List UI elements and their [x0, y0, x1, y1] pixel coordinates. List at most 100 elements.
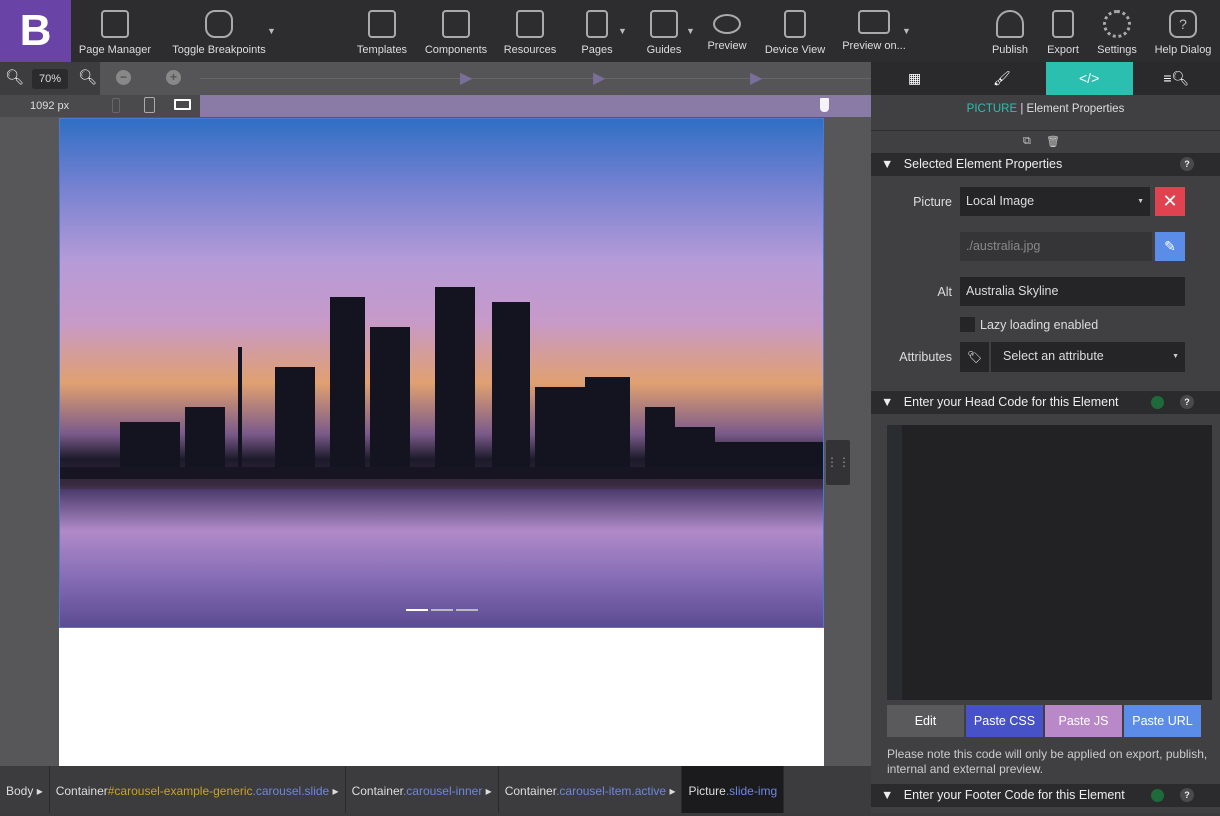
help-icon[interactable]: ?: [1180, 395, 1194, 409]
tab-layout[interactable]: ▦: [871, 62, 958, 95]
label: Pages: [581, 44, 613, 56]
toggle-breakpoints-button[interactable]: Toggle Breakpoints: [170, 0, 268, 62]
paste-css-button[interactable]: Paste CSS: [966, 705, 1043, 737]
head-code-editor[interactable]: [887, 425, 1212, 700]
paste-url-button[interactable]: Paste URL: [1124, 705, 1201, 737]
add-breakpoint-icon[interactable]: +: [166, 70, 181, 85]
tab-search[interactable]: ≡🔍︎: [1133, 62, 1220, 95]
bootstrap-logo: B4: [0, 0, 71, 62]
chevron-down-icon[interactable]: ▼: [686, 26, 695, 36]
remove-breakpoint-icon[interactable]: −: [116, 70, 131, 85]
chevron-down-icon[interactable]: ▼: [618, 26, 627, 36]
paste-js-button[interactable]: Paste JS: [1045, 705, 1122, 737]
status-dot-icon: [1151, 789, 1164, 802]
label: Export: [1047, 44, 1079, 56]
breakpoint-timeline[interactable]: ▶ ▶ ▶ − +: [0, 62, 871, 95]
guides-button[interactable]: Guides: [644, 0, 684, 62]
section-title: Enter your Head Code for this Element: [903, 395, 1119, 409]
width-slider[interactable]: [200, 95, 871, 117]
line-gutter: [887, 425, 902, 700]
remove-picture-button[interactable]: ✕: [1155, 187, 1185, 216]
slider-handle[interactable]: [820, 98, 829, 112]
attributes-label: Attributes: [899, 350, 952, 364]
breadcrumb-item-picture[interactable]: Picture.slide-img: [682, 766, 785, 813]
edit-path-button[interactable]: ✎: [1155, 232, 1185, 261]
pages-icon: [586, 10, 608, 38]
crumb-class: .slide-img: [725, 784, 778, 798]
page-body: [59, 628, 824, 766]
paint-roller-icon: [368, 10, 396, 38]
element-type: PICTURE: [966, 103, 1018, 115]
breadcrumb-item-carousel[interactable]: Container#carousel-example-generic.carou…: [50, 766, 346, 813]
breadcrumb-item-body[interactable]: Body ▸: [0, 766, 50, 813]
zoom-level[interactable]: 70%: [32, 69, 68, 89]
section-head-code[interactable]: ▼ Enter your Head Code for this Element?: [871, 391, 1220, 414]
label: Guides: [646, 44, 682, 56]
status-dot-icon: [1151, 396, 1164, 409]
grid-icon: ▦: [908, 70, 922, 86]
breadcrumb-item-carousel-item[interactable]: Container.carousel-item.active ▸: [499, 766, 683, 813]
help-icon: ?: [1169, 10, 1197, 38]
carousel-indicator[interactable]: [456, 609, 478, 611]
carousel-picture[interactable]: [59, 118, 824, 628]
preview-button[interactable]: Preview: [705, 0, 749, 62]
page-manager-icon: [101, 10, 129, 38]
templates-button[interactable]: Templates: [355, 0, 409, 62]
grid-icon: [650, 10, 678, 38]
resources-button[interactable]: Resources: [503, 0, 557, 62]
label: Preview: [707, 40, 747, 52]
edit-button[interactable]: Edit: [887, 705, 964, 737]
tab-style[interactable]: 🖌︎: [958, 62, 1045, 95]
image-path-field[interactable]: ./australia.jpg: [960, 232, 1152, 261]
device-view-button[interactable]: Device View: [764, 0, 826, 62]
breadcrumb-item-carousel-inner[interactable]: Container.carousel-inner ▸: [346, 766, 499, 813]
tab-code[interactable]: </>: [1045, 62, 1133, 95]
attribute-select[interactable]: Select an attribute ▼: [991, 342, 1185, 372]
logo-version: 4: [45, 30, 51, 40]
publish-button[interactable]: Publish: [990, 0, 1030, 62]
pages-button[interactable]: Pages: [577, 0, 617, 62]
alt-input[interactable]: Australia Skyline: [960, 277, 1185, 306]
resize-handle-icon[interactable]: ⋮⋮: [826, 440, 850, 485]
section-selected-properties[interactable]: ▼ Selected Element Properties?: [871, 153, 1220, 176]
crumb-class: .carousel.slide: [252, 784, 330, 798]
list-search-icon: ≡🔍︎: [1163, 70, 1190, 86]
crumb-name: Picture: [688, 784, 726, 798]
duplicate-icon[interactable]: ⧉: [1023, 135, 1031, 148]
carousel-indicator[interactable]: [431, 609, 453, 611]
phone-icon[interactable]: [112, 98, 120, 113]
top-toolbar: B4 Page Manager Toggle Breakpoints ▼ Tem…: [0, 0, 1220, 62]
breakpoint-marker-icon[interactable]: ▶: [750, 68, 762, 88]
components-button[interactable]: Components: [424, 0, 488, 62]
picture-source-select[interactable]: Local Image ▼: [960, 187, 1150, 216]
label: Help Dialog: [1154, 44, 1212, 56]
page-manager-button[interactable]: Page Manager: [78, 0, 152, 62]
chevron-down-icon: ▼: [1137, 198, 1144, 205]
label: Toggle Breakpoints: [172, 44, 266, 56]
breakpoint-marker-icon[interactable]: ▶: [460, 68, 472, 88]
carousel-indicator-active[interactable]: [406, 609, 428, 611]
help-icon[interactable]: ?: [1180, 788, 1194, 802]
zoom-in-icon[interactable]: 🔍︎: [78, 68, 97, 86]
chevron-down-icon[interactable]: ▼: [267, 26, 276, 36]
crumb-name: Container: [504, 784, 557, 798]
section-footer-code[interactable]: ▼ Enter your Footer Code for this Elemen…: [871, 784, 1220, 807]
lazy-loading-checkbox[interactable]: [960, 317, 975, 332]
export-button[interactable]: Export: [1044, 0, 1082, 62]
code-icon: </>: [1079, 70, 1100, 86]
alt-label: Alt: [937, 285, 952, 299]
help-icon[interactable]: ?: [1180, 157, 1194, 171]
help-dialog-button[interactable]: ? Help Dialog: [1152, 0, 1214, 62]
tablet-icon[interactable]: [144, 97, 155, 113]
preview-on-button[interactable]: Preview on...: [842, 0, 906, 62]
breakpoint-marker-icon[interactable]: ▶: [593, 68, 605, 88]
breadcrumb: Body ▸ Container#carousel-example-generi…: [0, 766, 871, 813]
settings-button[interactable]: Settings: [1095, 0, 1139, 62]
panel-title: PICTURE | Element Properties: [966, 103, 1125, 115]
chevron-down-icon[interactable]: ▼: [902, 26, 911, 36]
desktop-icon[interactable]: [174, 99, 191, 110]
devices-icon: [784, 10, 806, 38]
crumb-class: .carousel-inner: [402, 784, 483, 798]
zoom-out-icon[interactable]: 🔍︎: [5, 68, 24, 86]
trash-icon[interactable]: 🗑︎: [1046, 135, 1060, 148]
